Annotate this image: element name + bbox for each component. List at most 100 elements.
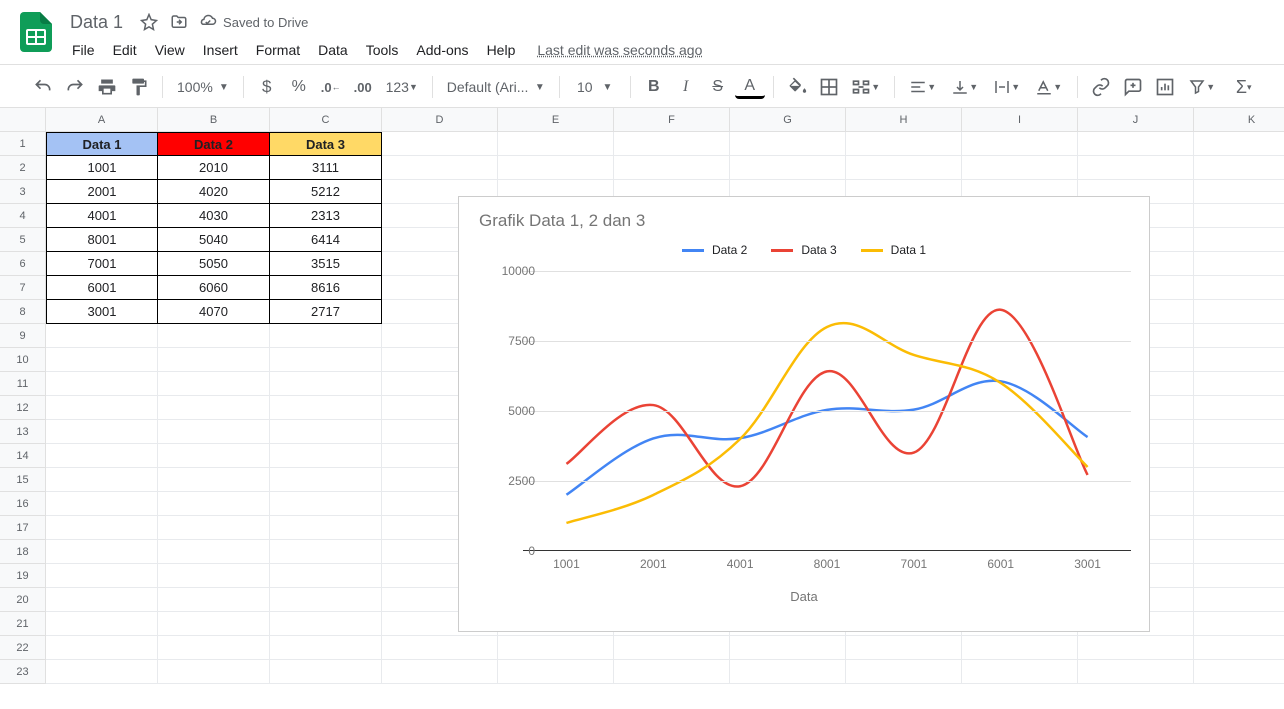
cell[interactable]: 2313 <box>270 204 382 228</box>
cell[interactable] <box>1194 588 1284 612</box>
cell[interactable] <box>1194 132 1284 156</box>
cell[interactable] <box>270 516 382 540</box>
cell[interactable]: 3515 <box>270 252 382 276</box>
cell[interactable]: Data 3 <box>270 132 382 156</box>
menu-addons[interactable]: Add-ons <box>408 38 476 62</box>
cell[interactable] <box>270 396 382 420</box>
cell[interactable] <box>1194 228 1284 252</box>
more-formats-button[interactable]: 123▼ <box>380 72 424 102</box>
cell[interactable]: 4001 <box>46 204 158 228</box>
row-header[interactable]: 20 <box>0 588 46 612</box>
insert-link-button[interactable] <box>1086 72 1116 102</box>
cell[interactable] <box>1194 516 1284 540</box>
cell[interactable] <box>46 444 158 468</box>
embedded-chart[interactable]: Grafik Data 1, 2 dan 3 Data 2Data 3Data … <box>458 196 1150 632</box>
row-header[interactable]: 2 <box>0 156 46 180</box>
cell[interactable] <box>962 660 1078 684</box>
cell[interactable] <box>270 444 382 468</box>
cell[interactable] <box>158 468 270 492</box>
cell[interactable] <box>730 156 846 180</box>
cell[interactable] <box>1194 300 1284 324</box>
cell[interactable] <box>46 492 158 516</box>
cell[interactable] <box>158 444 270 468</box>
row-header[interactable]: 23 <box>0 660 46 684</box>
sheets-app-icon[interactable] <box>16 12 56 52</box>
cell[interactable] <box>270 612 382 636</box>
cell[interactable] <box>730 660 846 684</box>
cell[interactable] <box>498 132 614 156</box>
fill-color-button[interactable] <box>782 72 812 102</box>
cell[interactable]: 5050 <box>158 252 270 276</box>
cell[interactable] <box>270 564 382 588</box>
cell[interactable]: 5040 <box>158 228 270 252</box>
column-header[interactable]: B <box>158 108 270 132</box>
column-header[interactable]: A <box>46 108 158 132</box>
text-rotation-button[interactable]: ▼ <box>1029 72 1069 102</box>
cell[interactable] <box>46 468 158 492</box>
undo-button[interactable] <box>28 72 58 102</box>
cell[interactable]: 4070 <box>158 300 270 324</box>
cell[interactable]: Data 2 <box>158 132 270 156</box>
cell[interactable] <box>270 588 382 612</box>
menu-tools[interactable]: Tools <box>358 38 407 62</box>
cell[interactable] <box>46 660 158 684</box>
cell[interactable]: 3001 <box>46 300 158 324</box>
cell[interactable] <box>382 132 498 156</box>
column-header[interactable]: K <box>1194 108 1284 132</box>
cell[interactable] <box>730 636 846 660</box>
cell[interactable]: 6001 <box>46 276 158 300</box>
cell[interactable] <box>158 540 270 564</box>
column-header[interactable]: E <box>498 108 614 132</box>
cell[interactable] <box>1078 156 1194 180</box>
cell[interactable] <box>158 636 270 660</box>
cell[interactable] <box>846 156 962 180</box>
cell[interactable] <box>158 348 270 372</box>
cell[interactable]: 4020 <box>158 180 270 204</box>
row-header[interactable]: 7 <box>0 276 46 300</box>
zoom-selector[interactable]: 100%▼ <box>171 74 235 100</box>
row-header[interactable]: 12 <box>0 396 46 420</box>
column-header[interactable]: D <box>382 108 498 132</box>
row-header[interactable]: 4 <box>0 204 46 228</box>
row-header[interactable]: 16 <box>0 492 46 516</box>
row-header[interactable]: 6 <box>0 252 46 276</box>
cell[interactable]: 6060 <box>158 276 270 300</box>
cell[interactable] <box>270 636 382 660</box>
cell[interactable] <box>1194 204 1284 228</box>
cell[interactable] <box>46 372 158 396</box>
cell[interactable] <box>1078 636 1194 660</box>
cell[interactable] <box>158 564 270 588</box>
paint-format-button[interactable] <box>124 72 154 102</box>
cell[interactable] <box>846 132 962 156</box>
insert-chart-button[interactable] <box>1150 72 1180 102</box>
cell[interactable]: 2001 <box>46 180 158 204</box>
cell[interactable] <box>158 612 270 636</box>
percent-button[interactable]: % <box>284 72 314 102</box>
cell[interactable] <box>1194 372 1284 396</box>
italic-button[interactable]: I <box>671 72 701 102</box>
cell[interactable] <box>1194 564 1284 588</box>
cell[interactable] <box>270 420 382 444</box>
cell[interactable] <box>1194 444 1284 468</box>
cell[interactable] <box>962 132 1078 156</box>
row-header[interactable]: 9 <box>0 324 46 348</box>
row-header[interactable]: 8 <box>0 300 46 324</box>
menu-format[interactable]: Format <box>248 38 308 62</box>
merge-cells-button[interactable]: ▼ <box>846 72 886 102</box>
row-header[interactable]: 13 <box>0 420 46 444</box>
cell[interactable] <box>158 324 270 348</box>
cell[interactable] <box>962 156 1078 180</box>
text-wrap-button[interactable]: ▼ <box>987 72 1027 102</box>
select-all-corner[interactable] <box>0 108 46 132</box>
bold-button[interactable]: B <box>639 72 669 102</box>
menu-insert[interactable]: Insert <box>195 38 246 62</box>
borders-button[interactable] <box>814 72 844 102</box>
cell[interactable] <box>270 348 382 372</box>
menu-help[interactable]: Help <box>479 38 524 62</box>
row-header[interactable]: 10 <box>0 348 46 372</box>
cell[interactable] <box>158 492 270 516</box>
cell[interactable] <box>846 660 962 684</box>
move-icon[interactable] <box>169 12 189 32</box>
cell[interactable] <box>498 636 614 660</box>
redo-button[interactable] <box>60 72 90 102</box>
